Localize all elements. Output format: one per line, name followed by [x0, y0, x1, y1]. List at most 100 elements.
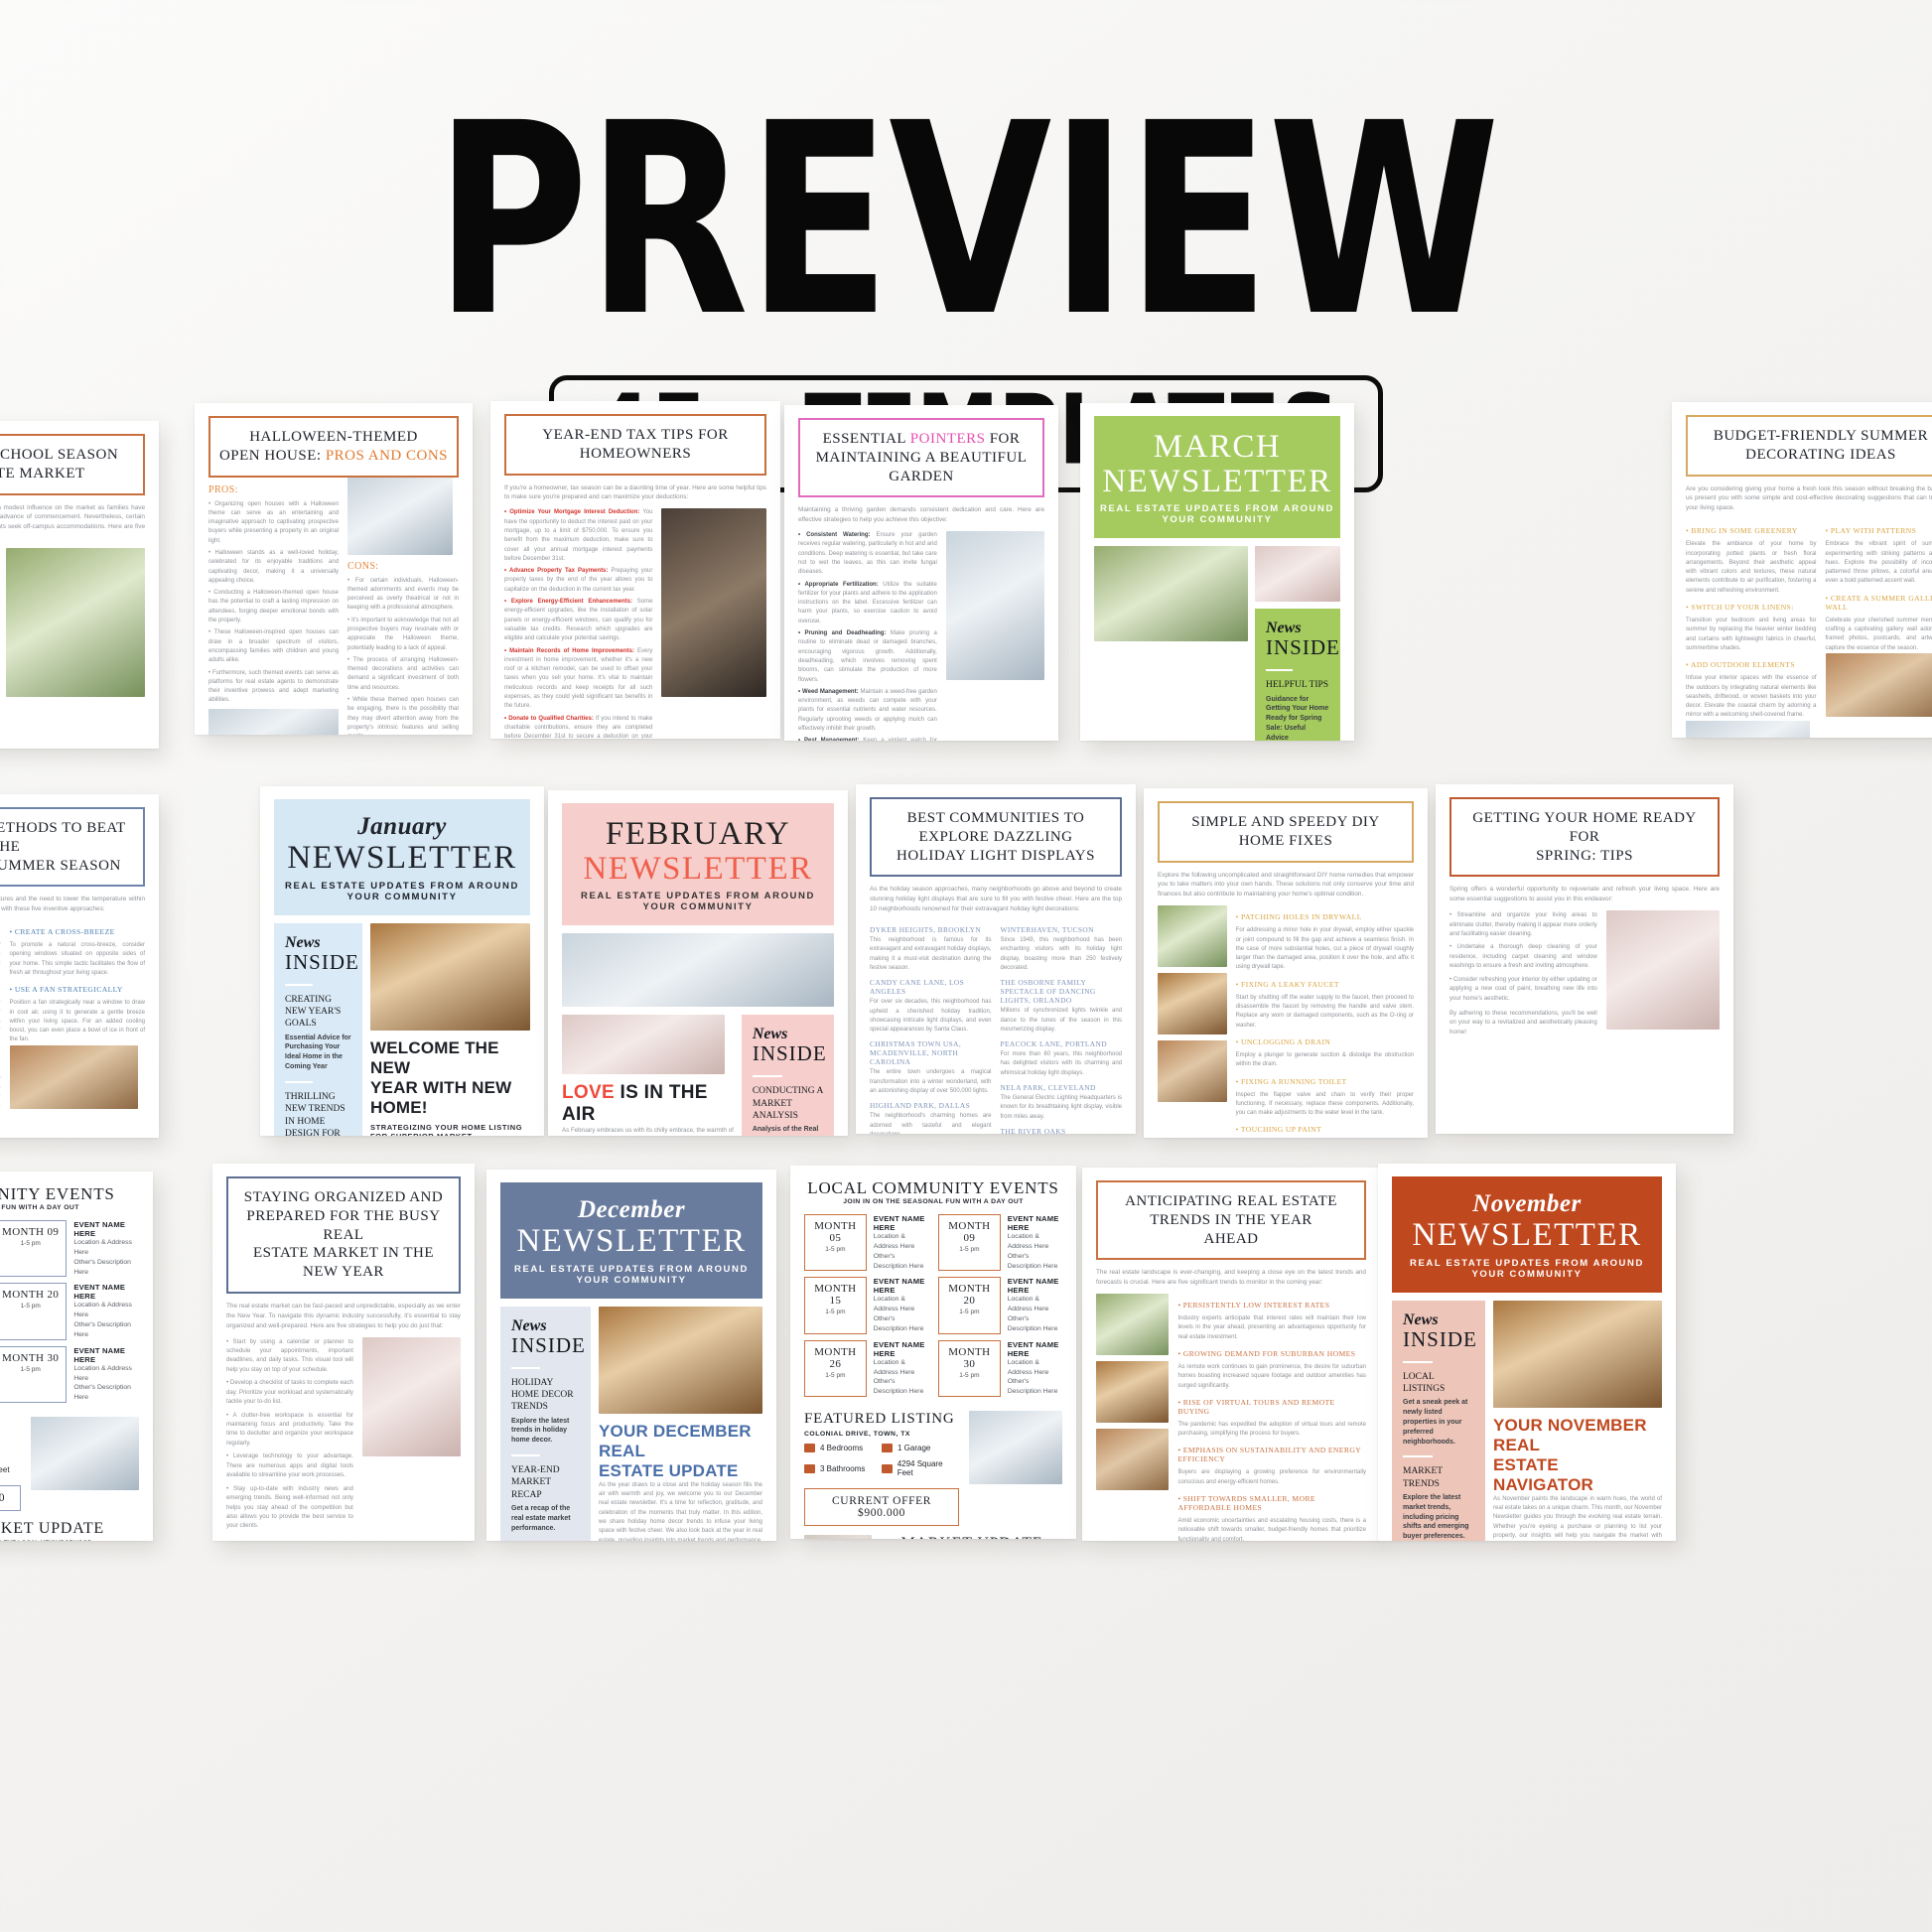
event-details: EVENT NAME HERE Location & Address Here Ot… — [1008, 1214, 1062, 1271]
card-body: LOVE IS IN THE AIR As February embraces u… — [562, 933, 834, 1136]
card-column-main: YOUR NOVEMBER REAL ESTATE NAVIGATOR As Nov… — [1493, 1300, 1662, 1541]
template-card-march-newsletter[interactable]: MARCH NEWSLETTER REAL ESTATE UPDATES FROM… — [1080, 403, 1354, 741]
list-column: • PATCHING HOLES IN DRYWALL For addressin… — [1236, 905, 1414, 1138]
banner-subtitle: REAL ESTATE UPDATES FROM AROUND YOUR COM… — [1100, 503, 1334, 526]
featured-left: FEATURED LISTING COLONIAL DRIVE, TOWN, TX… — [0, 1417, 21, 1512]
card-column-main: LOVE IS IN THE AIR As February embraces u… — [562, 933, 834, 1136]
template-card-december-newsletter[interactable]: December NEWSLETTER REAL ESTATE UPDATES FR… — [486, 1170, 776, 1541]
card-title-box: BEST COMMUNITIES TO EXPLORE DAZZLING HOLI… — [870, 797, 1122, 878]
news-item-body: Explore the latest market trends, includ… — [1403, 1494, 1469, 1541]
body-text: If you're a homeowner, tax season can be… — [504, 483, 766, 501]
template-card-garden-pointers[interactable]: ESSENTIAL POINTERS FOR MAINTAINING A BEAU… — [784, 405, 1058, 741]
list-item: • Explore Energy-Efficient Enhancements:… — [504, 599, 653, 642]
list-column-left: • USE BLACKOUT CURTAINS These specialized… — [0, 920, 1, 1138]
template-card-november-newsletter[interactable]: November NEWSLETTER REAL ESTATE UPDATES FR… — [1378, 1164, 1676, 1541]
hero-photo — [370, 922, 530, 1031]
section-heading: • RISE OF VIRTUAL TOURS AND REMOTE BUYIN… — [1177, 1397, 1335, 1416]
card-title: HALLOWEEN-THEMED — [249, 429, 418, 445]
news-inside-box: News INSIDE HOLIDAY HOME DECOR TRENDS Explo… — [500, 1306, 591, 1541]
newsletter-banner: FEBRUARY NEWSLETTER REAL ESTATE UPDATES F… — [562, 803, 834, 926]
body-text: As the year draws to a close and the hol… — [599, 1481, 762, 1541]
body-text: Start by shutting off the water supply t… — [1235, 994, 1414, 1029]
body-text: Amid economic uncertainties and escalati… — [1177, 1518, 1366, 1541]
template-card-holiday-lights[interactable]: BEST COMMUNITIES TO EXPLORE DAZZLING HOLI… — [856, 784, 1136, 1134]
list-item: • Advance Property Tax Payments: Prepayi… — [504, 568, 653, 593]
body-text: Buyers are displaying a growing preferen… — [1177, 1469, 1366, 1485]
market-row: MARKET UPDATE SERVING THE LOCAL NEIGHBORH… — [0, 1520, 139, 1541]
news-inside-label: INSIDE — [1403, 1326, 1477, 1351]
card-title: ANTICIPATING REAL ESTATE TRENDS IN THE Y… — [1125, 1193, 1337, 1228]
secondary-photo — [1255, 546, 1340, 603]
news-inside-box: News INSIDE LOCAL LISTINGS Get a sneak peek… — [1392, 1300, 1485, 1541]
body-text: Embrace the vibrant spirit of summer by … — [1825, 541, 1932, 585]
body-text: Opt for natural fabrics such as cotton a… — [0, 999, 1, 1044]
template-card-year-end-tax-tips[interactable]: YEAR-END TAX TIPS FOR HOMEOWNERS If you'r… — [490, 401, 780, 739]
event-time: 1-5 pm — [959, 1246, 980, 1253]
card-title-line2: SPRING: TIPS — [1536, 847, 1633, 864]
news-inside-label: INSIDE — [752, 1041, 827, 1066]
body-text: • Stay up-to-date with industry news and… — [226, 1484, 353, 1530]
body-text: • While these themed open houses can be … — [347, 697, 459, 735]
section-heading: • UNCLOGGING A DRAIN — [1235, 1036, 1331, 1046]
body-text: If you find yourself wrestling with high… — [0, 896, 145, 913]
step-photo-3 — [1158, 1040, 1227, 1103]
list-column: • Optimize Your Mortgage Interest Deduct… — [504, 508, 652, 739]
event-row: MONTH 15 1-5 pm EVENT NAME HERE Location & … — [804, 1277, 928, 1334]
card-column-main: News INSIDE HELPFUL TIPS Guidance for Getti… — [1094, 546, 1340, 741]
list-item-lead: • Weed Management: — [798, 688, 859, 695]
event-description: Other's Description Here — [873, 1315, 924, 1332]
body-text: For those residing in regions with espec… — [0, 1075, 1, 1121]
event-description: Other's Description Here — [73, 1321, 131, 1338]
card-title-box: ESSENTIAL POINTERS FOR MAINTAINING A BEAU… — [798, 418, 1044, 498]
market-photo — [804, 1535, 872, 1539]
article-headline-l2: ESTATE UPDATE — [599, 1460, 739, 1480]
news-divider — [1266, 669, 1293, 672]
template-card-halloween-open-house[interactable]: HALLOWEEN-THEMED OPEN HOUSE: PROS AND CON… — [195, 403, 473, 735]
feature-label: 3 Bathrooms — [820, 1463, 866, 1473]
body-text: For more than 80 years, this neighborhoo… — [1000, 1051, 1123, 1076]
template-card-budget-summer[interactable]: BUDGET-FRIENDLY SUMMER DECORATING IDEAS Ar… — [1672, 402, 1932, 738]
template-card-back-to-school[interactable]: THE BACK-TO-SCHOOL SEASON REAL ESTATE MAR… — [0, 421, 159, 749]
card-title-box: HALLOWEEN-THEMED OPEN HOUSE: PROS AND CON… — [208, 416, 459, 478]
template-card-february-newsletter[interactable]: FEBRUARY NEWSLETTER REAL ESTATE UPDATES F… — [548, 790, 848, 1136]
news-item-heading: YEAR-END MARKET RECAP — [511, 1465, 560, 1500]
featured-left: FEATURED LISTING COLONIAL DRIVE, TOWN, TX… — [804, 1411, 959, 1527]
article-columns: • PERSISTENTLY LOW INTEREST RATES Industr… — [1096, 1294, 1366, 1541]
card-title-box: THE BACK-TO-SCHOOL SEASON REAL ESTATE MAR… — [0, 434, 145, 495]
current-offer: CURRENT OFFER $900.000 — [804, 1488, 959, 1527]
feature-item: 4 Bedrooms — [804, 1444, 882, 1453]
template-card-january-newsletter[interactable]: January NEWSLETTER REAL ESTATE UPDATES FRO… — [260, 786, 544, 1136]
news-item-body: Get a recap of the real estate market pe… — [511, 1505, 571, 1532]
feature-label: 4294 Square Feet — [897, 1459, 943, 1478]
body-text: To promote a natural cross-breeze, consi… — [9, 942, 146, 976]
card-inner: November NEWSLETTER REAL ESTATE UPDATES FR… — [1378, 1164, 1676, 1541]
news-item-heading: CREATING NEW YEAR'S GOALS — [285, 994, 342, 1030]
body-text: By adhering to these recommendations, yo… — [1449, 1010, 1597, 1035]
template-card-beat-the-heat[interactable]: INNOVATIVE METHODS TO BEAT THE HEAT IN TH… — [0, 794, 159, 1138]
template-card-anticipating-trends[interactable]: ANTICIPATING REAL ESTATE TRENDS IN THE Y… — [1082, 1168, 1380, 1541]
section-heading: • USE NATURAL MATERIALS — [0, 985, 1, 994]
section-heading: • FIXING A LEAKY FAUCET — [1235, 979, 1339, 989]
template-card-spring-tips[interactable]: GETTING YOUR HOME READY FOR SPRING: TIPS S… — [1436, 784, 1733, 1134]
events-columns: MONTH 05 1-5 pm EVENT NAME HERE Location & … — [804, 1214, 1062, 1403]
section-heading: • USE A FAN STRATEGICALLY — [9, 985, 123, 995]
body-text: • For certain individuals, Halloween-the… — [347, 577, 459, 612]
article-columns: • Consistent Watering: Ensure your garde… — [798, 531, 1044, 741]
featured-address: COLONIAL DRIVE, TOWN, TX — [0, 1437, 21, 1444]
pros-label: PROS: — [208, 483, 238, 495]
body-text: Since 1949, this neighborhood has been e… — [1000, 937, 1123, 971]
template-card-community-events-blue[interactable]: LOCAL COMMUNITY EVENTSJOIN IN ON THE SEA… — [0, 1172, 153, 1541]
newsletter-banner: November NEWSLETTER REAL ESTATE UPDATES FR… — [1392, 1176, 1662, 1293]
card-subtitle: JOIN IN ON THE SEASONAL FUN WITH A DAY O… — [0, 1204, 79, 1211]
place-name: HIGHLAND PARK, DALLAS — [870, 1101, 971, 1111]
love-word: LOVE — [562, 1082, 615, 1104]
card-column-side: News INSIDE HELPFUL TIPS Guidance for Getti… — [1255, 546, 1340, 741]
card-body: News INSIDE CREATING NEW YEAR'S GOALS Essen… — [274, 922, 530, 1136]
template-card-community-events-orange[interactable]: LOCAL COMMUNITY EVENTS JOIN IN ON THE SEA… — [790, 1166, 1076, 1539]
template-card-diy-home-fixes[interactable]: SIMPLE AND SPEEDY DIY HOME FIXES Explore … — [1144, 788, 1428, 1138]
template-card-staying-organized[interactable]: STAYING ORGANIZED AND PREPARED FOR THE B… — [212, 1164, 475, 1541]
event-location: Location & Address Here — [73, 1364, 132, 1382]
list-column-right: • PLAY WITH PATTERNS Embrace the vibrant … — [1825, 519, 1932, 738]
card-title-line2: HEAT IN THE SUMMER SEASON — [0, 857, 121, 874]
news-inside-box: News INSIDE CREATING NEW YEAR'S GOALS Essen… — [274, 922, 362, 1136]
